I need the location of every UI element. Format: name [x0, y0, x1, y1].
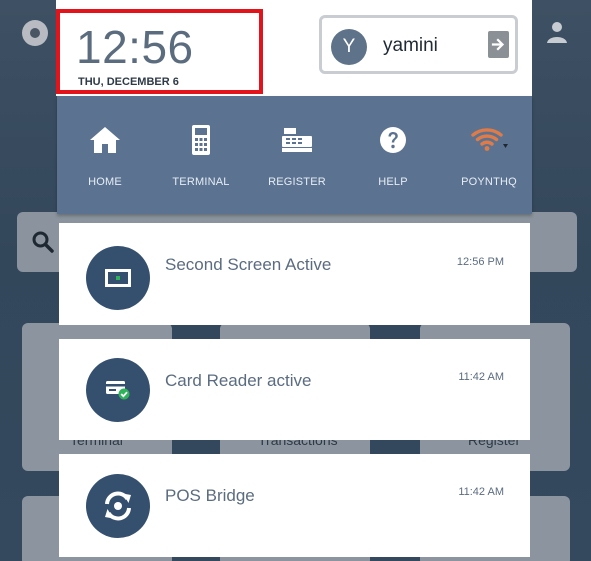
logout-button[interactable]	[488, 31, 509, 58]
quick-nav-bar: HOME TERMINAL REGISTER HELP POYNTHQ	[57, 96, 532, 214]
clock-date: THU, DECEMBER 6	[78, 76, 179, 88]
nav-label-home: HOME	[88, 176, 122, 188]
nav-label-register: REGISTER	[268, 176, 326, 188]
user-name: yamini	[383, 35, 438, 56]
card-reader-icon-badge	[86, 358, 150, 422]
sync-icon	[105, 491, 131, 521]
terminal-icon	[192, 125, 210, 155]
notification-time: 12:56 PM	[456, 256, 504, 268]
register-icon	[282, 128, 312, 152]
notification-time: 11:42 AM	[458, 371, 504, 383]
sync-icon-badge	[86, 474, 150, 538]
nav-home[interactable]: HOME	[57, 96, 153, 214]
logout-arrow-icon	[491, 38, 505, 51]
screen-icon-badge	[86, 246, 150, 310]
nav-label-help: HELP	[378, 176, 408, 188]
notification-card[interactable]: Card Reader active 11:42 AM	[59, 339, 530, 440]
help-icon	[380, 127, 406, 153]
notification-title: POS Bridge	[165, 486, 255, 505]
nav-terminal[interactable]: TERMINAL	[153, 96, 249, 214]
clock-widget[interactable]: 12:56 THU, DECEMBER 6	[56, 9, 263, 94]
notification-card[interactable]: POS Bridge 11:42 AM	[59, 454, 530, 557]
poynt-logo-icon	[22, 20, 48, 46]
nav-register[interactable]: REGISTER	[249, 96, 345, 214]
notification-time: 11:42 AM	[458, 486, 504, 498]
notification-header: 12:56 THU, DECEMBER 6 Y yamini	[56, 0, 532, 96]
notification-title: Card Reader active	[165, 371, 312, 390]
home-icon	[90, 127, 120, 153]
search-icon	[32, 231, 54, 253]
nav-help[interactable]: HELP	[345, 96, 441, 214]
nav-label-terminal: TERMINAL	[172, 176, 230, 188]
user-account-box[interactable]: Y yamini	[319, 15, 518, 74]
notification-title: Second Screen Active	[165, 255, 332, 274]
account-icon[interactable]	[546, 20, 568, 44]
screen-icon	[105, 269, 131, 287]
wifi-icon	[471, 128, 508, 151]
nav-label-poynthq: POYNTHQ	[461, 176, 517, 188]
nav-poynthq[interactable]: POYNTHQ	[441, 96, 537, 214]
card-reader-icon	[106, 381, 130, 400]
notification-card[interactable]: Second Screen Active 12:56 PM	[59, 223, 530, 325]
avatar: Y	[331, 29, 367, 65]
clock-time: 12:56	[76, 21, 194, 73]
